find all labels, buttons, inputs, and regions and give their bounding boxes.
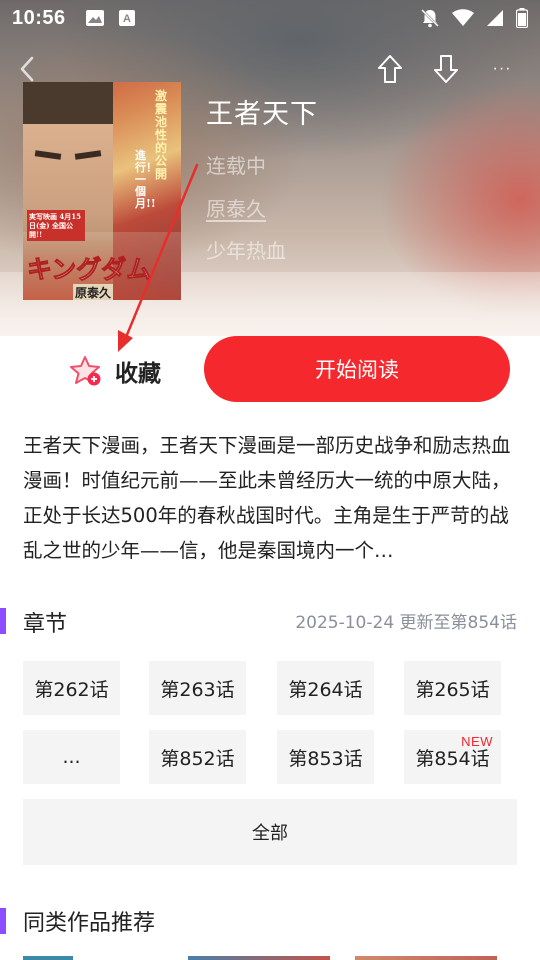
chevron-left-icon [20, 56, 34, 82]
star-add-icon [70, 356, 101, 386]
signal-icon [487, 10, 503, 26]
chapter-item[interactable]: 第853话 [277, 730, 374, 784]
chapter-label: 第262话 [34, 678, 109, 701]
top-nav-actions: ··· [372, 52, 520, 86]
status-bar: 10:56 A [0, 0, 540, 36]
recommend-section-title: 同类作品推荐 [23, 911, 156, 936]
recommend-thumbnail[interactable] [188, 956, 330, 960]
chapter-label: 第264话 [288, 678, 363, 701]
image-icon [85, 10, 104, 26]
wifi-icon [452, 9, 474, 26]
recommend-thumbnail[interactable] [23, 956, 73, 960]
chapter-label: ... [62, 746, 81, 768]
comic-author-link[interactable]: 原泰久 [206, 193, 266, 222]
status-time: 10:56 [12, 6, 66, 29]
more-button[interactable]: ··· [484, 52, 520, 86]
section-accent-bar [0, 908, 6, 934]
chapter-item[interactable]: 第265话 [404, 661, 501, 715]
all-chapters-button[interactable]: 全部 [23, 799, 517, 865]
comic-genre[interactable]: 少年热血 [206, 235, 286, 264]
collect-label: 收藏 [115, 361, 161, 387]
recommend-thumbnail[interactable] [355, 956, 497, 960]
collect-button[interactable]: 收藏 [40, 342, 190, 400]
chapters-section-title: 章节 [23, 612, 68, 637]
chapter-label: 第853话 [288, 747, 363, 770]
share-up-icon [378, 55, 402, 83]
chapter-ellipsis[interactable]: ... [23, 730, 120, 784]
comic-title: 王者天下 [206, 99, 318, 130]
chapter-label: 第852话 [160, 747, 235, 770]
more-icon: ··· [492, 60, 512, 77]
cover-side-text: 進行！一個月!! [135, 149, 157, 210]
a-icon: A [118, 10, 135, 26]
bell-off-icon [421, 9, 439, 28]
comic-status: 连载中 [206, 154, 266, 178]
download-button[interactable] [428, 52, 464, 86]
chapter-item[interactable]: 第264话 [277, 661, 374, 715]
back-button[interactable] [10, 52, 44, 86]
battery-icon [516, 8, 528, 28]
new-badge: NEW [461, 734, 493, 749]
cover-author-text: 原泰久 [73, 284, 114, 300]
cover-top-text: 激震池性的公開 [155, 89, 168, 181]
chapter-item[interactable]: 第852话 [149, 730, 246, 784]
comic-description[interactable]: 王者天下漫画，王者天下漫画是一部历史战争和励志热血漫画！时值纪元前——至此未曾经… [23, 428, 520, 568]
download-icon [434, 55, 458, 83]
chapter-label: 第265话 [415, 678, 490, 701]
svg-text:A: A [123, 13, 131, 25]
chapter-label: 第263话 [160, 678, 235, 701]
section-accent-bar [0, 608, 6, 634]
chapter-item[interactable]: 第263话 [149, 661, 246, 715]
start-reading-button[interactable]: 开始阅读 [204, 336, 510, 402]
cover-badge-text: 実写映画 4月15日(金) 全国公開!! [27, 210, 85, 241]
share-button[interactable] [372, 52, 408, 86]
chapter-item[interactable]: 第262话 [23, 661, 120, 715]
comic-cover[interactable]: 激震池性的公開 進行！一個月!! 実写映画 4月15日(金) 全国公開!! キン… [23, 82, 181, 300]
chapters-update-info: 2025-10-24 更新至第854话 [295, 613, 517, 633]
cover-art-hair [23, 82, 113, 124]
cover-main-title: キングダム [26, 255, 152, 285]
chapter-item-latest[interactable]: 第854话 NEW [404, 730, 501, 784]
